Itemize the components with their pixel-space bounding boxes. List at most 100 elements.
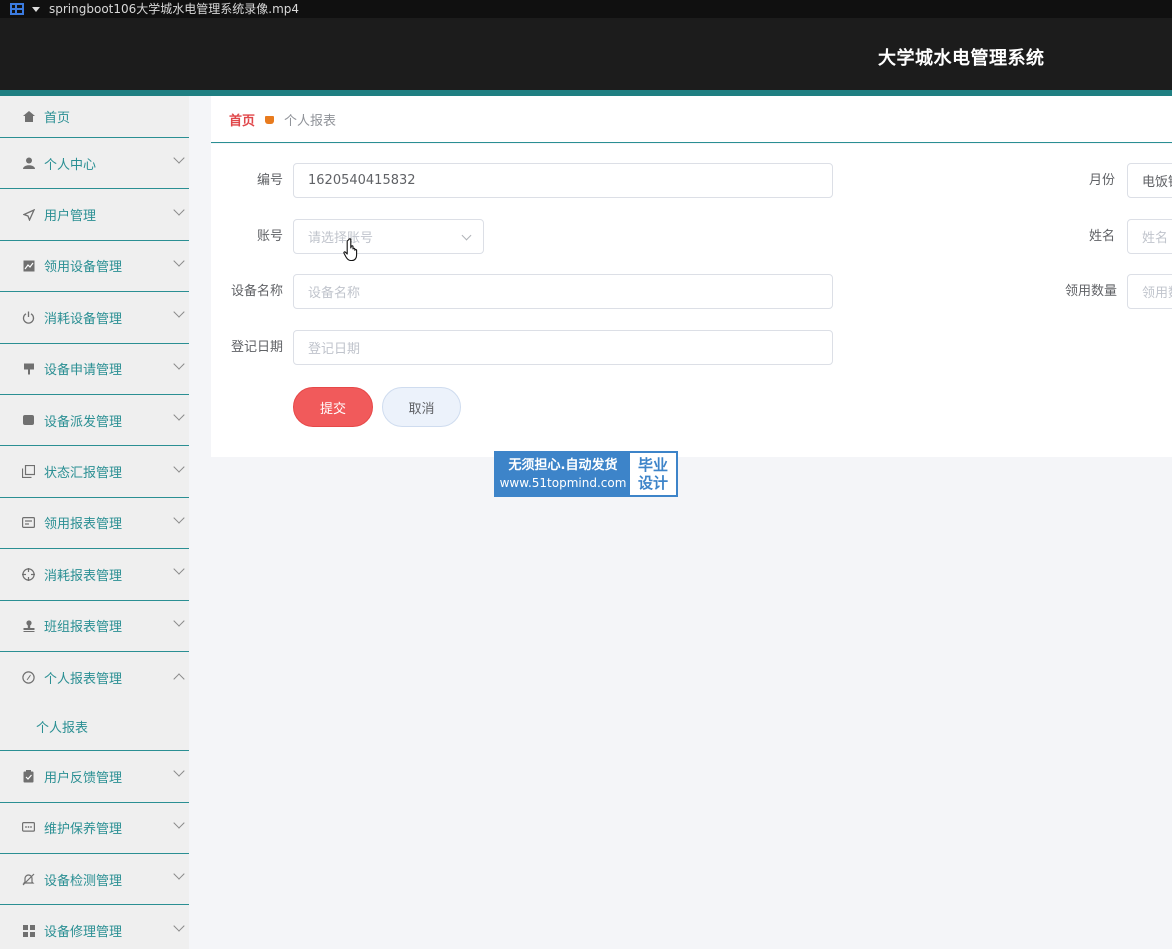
sidebar-item-label: 设备申请管理 (44, 363, 123, 379)
sidebar-item-user-management[interactable]: 用户管理 (0, 189, 189, 241)
sidebar-item-label: 个人报表管理 (44, 672, 123, 688)
sidebar-item-device-dispatch[interactable]: 设备派发管理 (0, 395, 189, 447)
home-icon (22, 110, 35, 123)
sidebar-item-user-feedback[interactable]: 用户反馈管理 (0, 751, 189, 803)
sidebar-item-label: 维护保养管理 (44, 822, 123, 838)
bianhao-input[interactable]: 1620540415832 (293, 163, 833, 198)
copy-icon (22, 465, 35, 479)
chevron-down-icon (173, 817, 185, 829)
breadcrumb: 首页 个人报表 (211, 96, 1172, 143)
chevron-down-icon (173, 358, 185, 370)
sidebar-item-label: 班组报表管理 (44, 620, 123, 636)
printer-icon (22, 414, 35, 427)
sidebar-item-label: 用户管理 (44, 209, 97, 225)
sidebar-item-home[interactable]: 首页 (0, 96, 189, 138)
breadcrumb-current: 个人报表 (284, 113, 337, 129)
xingming-input[interactable]: 姓名 (1127, 219, 1172, 254)
card-icon (22, 516, 35, 529)
sidebar-item-consume-device[interactable]: 消耗设备管理 (0, 292, 189, 344)
bianhao-label: 编号 (256, 173, 283, 188)
submit-button[interactable]: 提交 (293, 387, 373, 427)
sidebar-item-device-apply[interactable]: 设备申请管理 (0, 344, 189, 395)
shebeimingcheng-placeholder: 设备名称 (308, 286, 361, 301)
sidebar-item-device-inspection[interactable]: 设备检测管理 (0, 854, 189, 906)
stamp-icon (22, 619, 35, 632)
sidebar: 首页 个人中心 用户管理 领用设备管理 消耗设备管理 设备申请管理 设备派发管理… (0, 96, 189, 949)
film-icon (10, 3, 24, 15)
yuefen-input[interactable]: 电饭锅 (1127, 163, 1172, 198)
zhanghao-label: 账号 (256, 229, 283, 244)
watermark-line2: www.51topmind.com (499, 476, 627, 490)
sidebar-item-borrow-device[interactable]: 领用设备管理 (0, 241, 189, 293)
dengjiriqi-label: 登记日期 (230, 340, 283, 355)
sidebar-item-device-repair[interactable]: 设备修理管理 (0, 905, 189, 949)
sidebar-item-label: 个人中心 (44, 157, 97, 173)
bianhao-value: 1620540415832 (308, 173, 416, 188)
sidebar-item-label: 状态汇报管理 (44, 466, 123, 482)
sidebar-subitem-label: 个人报表 (36, 721, 89, 737)
grid-icon (22, 924, 35, 937)
sidebar-item-borrow-report[interactable]: 领用报表管理 (0, 498, 189, 550)
watermark-line1: 无须担心.自动发货 (508, 458, 618, 473)
chevron-down-icon (173, 512, 185, 524)
lingyongshuliang-label: 领用数量 (1064, 284, 1117, 299)
compass-icon (22, 671, 35, 684)
app-title: 大学城水电管理系统 (878, 48, 1045, 69)
shebeimingcheng-input[interactable]: 设备名称 (293, 274, 833, 309)
sidebar-item-label: 设备派发管理 (44, 414, 123, 430)
zhanghao-placeholder: 请选择账号 (308, 231, 374, 246)
sidebar-item-team-report[interactable]: 班组报表管理 (0, 601, 189, 652)
sidebar-item-label: 消耗报表管理 (44, 568, 123, 584)
sidebar-item-label: 设备修理管理 (44, 925, 123, 941)
shebeimingcheng-label: 设备名称 (230, 284, 283, 299)
dengjiriqi-placeholder: 登记日期 (308, 342, 361, 357)
breadcrumb-home[interactable]: 首页 (229, 110, 255, 129)
sidebar-item-maintenance[interactable]: 维护保养管理 (0, 803, 189, 855)
chevron-down-icon (173, 919, 185, 932)
watermark-badge-text: 毕业 设计 (630, 453, 676, 495)
dengjiriqi-input[interactable]: 登记日期 (293, 330, 833, 365)
sidebar-item-label: 设备检测管理 (44, 873, 123, 889)
chevron-down-icon (173, 563, 185, 575)
sidebar-item-label: 领用设备管理 (44, 260, 123, 276)
sidebar-item-label: 用户反馈管理 (44, 770, 123, 786)
chevron-down-icon (461, 230, 472, 241)
user-icon (22, 157, 35, 170)
bell-off-icon (22, 873, 35, 886)
aim-icon (22, 567, 35, 581)
report-form: 编号 1620540415832 月份 电饭锅 账号 请选择账号 姓名 姓名 设… (211, 144, 1172, 457)
chevron-down-icon (173, 868, 185, 880)
chart-icon (22, 259, 35, 272)
sidebar-subitem-personal-report[interactable]: 个人报表 (0, 703, 189, 752)
chevron-up-icon (173, 672, 185, 685)
sidebar-item-label: 首页 (44, 111, 71, 126)
lingyongshuliang-input[interactable]: 领用数量 (1127, 274, 1172, 309)
send-icon (22, 208, 35, 221)
clipboard-icon (22, 769, 35, 783)
chevron-down-icon (173, 203, 185, 216)
sidebar-item-label: 消耗设备管理 (44, 311, 123, 327)
chevron-down-icon (173, 152, 185, 164)
sidebar-item-consume-report[interactable]: 消耗报表管理 (0, 549, 189, 601)
sidebar-item-personal-center[interactable]: 个人中心 (0, 138, 189, 190)
yuefen-label: 月份 (1088, 173, 1115, 188)
sidebar-item-status-report[interactable]: 状态汇报管理 (0, 446, 189, 498)
chevron-down-icon (173, 765, 185, 778)
chevron-down-icon (173, 255, 185, 267)
yuefen-value: 电饭锅 (1142, 175, 1172, 190)
caret-down-icon[interactable] (32, 6, 40, 12)
hand-cursor-icon (343, 238, 358, 262)
chevron-down-icon (173, 409, 185, 421)
app-header: 大学城水电管理系统 (0, 18, 1172, 90)
brush-icon (22, 362, 35, 375)
sidebar-item-personal-report[interactable]: 个人报表管理 (0, 652, 189, 703)
zhanghao-select[interactable]: 请选择账号 (293, 219, 484, 254)
xingming-placeholder: 姓名 (1142, 231, 1169, 246)
chevron-down-icon (173, 460, 185, 473)
xingming-label: 姓名 (1088, 229, 1115, 244)
sidebar-item-label: 领用报表管理 (44, 517, 123, 533)
chat-icon (22, 821, 35, 834)
video-filename: springboot106大学城水电管理系统录像.mp4 (49, 2, 300, 16)
crown-icon (265, 116, 275, 124)
cancel-button[interactable]: 取消 (382, 387, 461, 427)
